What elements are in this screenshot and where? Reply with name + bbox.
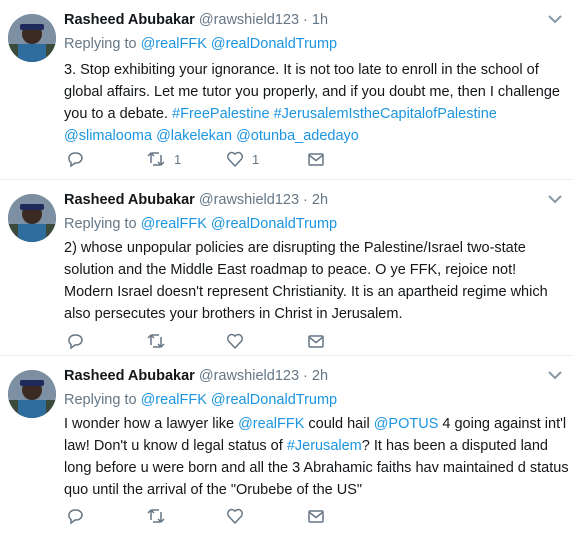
mention-link[interactable]: @POTUS xyxy=(374,416,439,432)
mention-link[interactable]: @realDonaldTrump xyxy=(211,36,337,52)
retweet-icon xyxy=(147,333,165,349)
handle[interactable]: @rawshield123 xyxy=(199,368,299,384)
like-count: 1 xyxy=(252,151,260,167)
chevron-down-icon[interactable] xyxy=(547,192,563,206)
like-button[interactable] xyxy=(226,332,244,350)
reply-icon xyxy=(68,152,83,168)
hashtag-link[interactable]: #Jerusalem xyxy=(287,438,362,454)
replying-to: Replying to @realFFK @realDonaldTrump xyxy=(64,392,337,408)
tweet[interactable]: Rasheed Abubakar @rawshield123 · 2h Repl… xyxy=(0,356,573,534)
tweet[interactable]: Rasheed Abubakar @rawshield123 · 1h Repl… xyxy=(0,0,573,180)
avatar[interactable] xyxy=(8,194,56,242)
envelope-icon xyxy=(308,510,324,523)
timestamp[interactable]: · 2h xyxy=(303,368,328,384)
heart-icon xyxy=(227,151,243,167)
display-name[interactable]: Rasheed Abubakar xyxy=(64,12,195,28)
mention-link[interactable]: @realFFK xyxy=(141,36,207,52)
retweet-button[interactable] xyxy=(146,332,166,350)
timestamp[interactable]: · 2h xyxy=(303,192,328,208)
tweet-text-part: I wonder how a lawyer like xyxy=(64,416,239,432)
replying-to: Replying to @realFFK @realDonaldTrump xyxy=(64,36,337,52)
heart-icon xyxy=(227,333,243,349)
replying-to-label: Replying to xyxy=(64,392,137,408)
avatar[interactable] xyxy=(8,14,56,62)
handle[interactable]: @rawshield123 xyxy=(199,12,299,28)
chevron-down-icon[interactable] xyxy=(547,368,563,382)
mention-link[interactable]: @realFFK xyxy=(141,216,207,232)
tweet-text: 2) whose unpopular policies are disrupti… xyxy=(64,240,548,322)
retweet-icon xyxy=(147,508,165,524)
retweet-button[interactable] xyxy=(146,507,166,525)
tweet-actions xyxy=(64,332,344,350)
direct-message-button[interactable] xyxy=(307,507,325,525)
handle[interactable]: @rawshield123 xyxy=(199,192,299,208)
tweet-header: Rasheed Abubakar @rawshield123 · 2h xyxy=(64,192,328,208)
retweet-count: 1 xyxy=(174,151,182,167)
tweet-header: Rasheed Abubakar @rawshield123 · 2h xyxy=(64,368,328,384)
like-button[interactable]: 1 xyxy=(226,150,259,168)
reply-button[interactable] xyxy=(66,507,84,525)
retweet-icon xyxy=(147,151,165,167)
mention-link[interactable]: @realDonaldTrump xyxy=(211,392,337,408)
direct-message-button[interactable] xyxy=(307,150,325,168)
reply-button[interactable] xyxy=(66,332,84,350)
tweet-actions: 1 1 xyxy=(64,150,344,168)
direct-message-button[interactable] xyxy=(307,332,325,350)
retweet-button[interactable]: 1 xyxy=(146,150,181,168)
reply-icon xyxy=(68,334,83,350)
replying-to-label: Replying to xyxy=(64,216,137,232)
reply-button[interactable] xyxy=(66,150,84,168)
envelope-icon xyxy=(308,153,324,166)
tweet-text: 3. Stop exhibiting your ignorance. It is… xyxy=(64,59,569,147)
heart-icon xyxy=(227,508,243,524)
display-name[interactable]: Rasheed Abubakar xyxy=(64,192,195,208)
timestamp[interactable]: · 1h xyxy=(303,12,328,28)
tweet[interactable]: Rasheed Abubakar @rawshield123 · 2h Repl… xyxy=(0,180,573,356)
replying-to-label: Replying to xyxy=(64,36,137,52)
mention-link[interactable]: @realDonaldTrump xyxy=(211,216,337,232)
replying-to: Replying to @realFFK @realDonaldTrump xyxy=(64,216,337,232)
avatar[interactable] xyxy=(8,370,56,418)
display-name[interactable]: Rasheed Abubakar xyxy=(64,368,195,384)
mention-link[interactable]: @realFFK xyxy=(141,392,207,408)
like-button[interactable] xyxy=(226,507,244,525)
mention-link[interactable]: @realFFK xyxy=(238,416,304,432)
tweet-actions xyxy=(64,507,344,525)
reply-icon xyxy=(68,509,83,525)
chevron-down-icon[interactable] xyxy=(547,12,563,26)
tweet-header: Rasheed Abubakar @rawshield123 · 1h xyxy=(64,12,328,28)
envelope-icon xyxy=(308,335,324,348)
tweet-text-part: could hail xyxy=(304,416,374,432)
tweet-text: I wonder how a lawyer like @realFFK coul… xyxy=(64,413,569,501)
